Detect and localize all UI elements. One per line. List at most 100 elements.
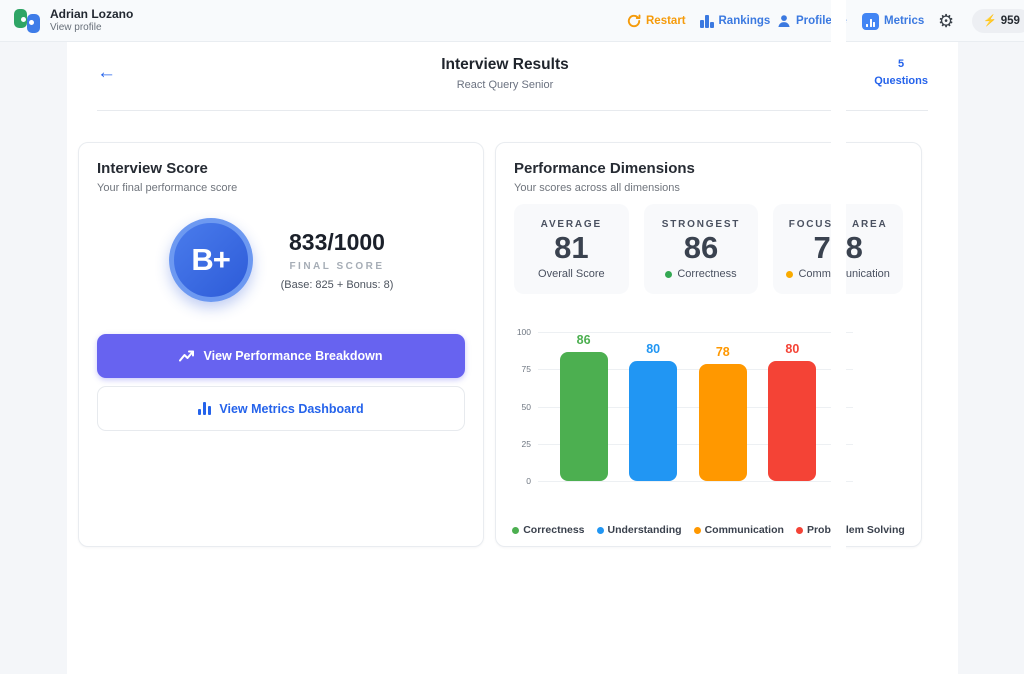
viewport-left-slice: Adrian Lozano View profile Restart [0,0,831,674]
score-card-subtitle: Your final performance score [97,182,465,194]
bar-value-label: 78 [699,345,747,359]
stat-label: FOCUS AREA [846,219,903,230]
legend-item-communication: Communication [694,524,784,536]
page-body: ← Interview Results React Query Senior 5… [0,42,831,674]
legend-item-problem-solving: Problem Solving [846,524,905,536]
chart-plot-area: 86 80 78 [846,332,853,482]
energy-count: 959 [1001,15,1020,27]
bar [560,352,608,481]
profile-icon [777,14,791,28]
render-seam-gap [831,0,846,674]
bar-correctness: 86 [560,332,608,481]
nav-rankings-label: Rankings [719,15,771,27]
chart-plot-area: 86 80 78 [538,332,831,482]
stat-label: AVERAGE [514,219,629,230]
settings-gear-button[interactable]: ⚙ [938,0,954,42]
score-breakdown-note: (Base: 825 + Bonus: 8) [281,279,394,291]
nav-metrics-label: Metrics [884,15,924,27]
score-card-title: Interview Score [97,160,465,177]
legend-item-problem-solving: Problem Solving [796,524,831,536]
topbar: Adrian Lozano View profile Restart [0,0,831,42]
view-performance-breakdown-label: View Performance Breakdown [203,349,382,363]
bar [629,361,677,481]
chart-legend: Correctness Understanding Communication [846,524,903,536]
lightning-bolt-icon: ⚡ [983,16,997,27]
stat-value: 86 [644,231,759,265]
app-screen: Adrian Lozano View profile Restart [0,0,1024,674]
back-arrow-button[interactable]: ← [97,63,116,82]
dimensions-card-title: Performance Dimensions [846,160,903,177]
page-subtitle: React Query Senior [441,79,569,91]
stat-sublabel: Communication [773,268,831,280]
stat-focus-area: FOCUS AREA 78 Communication [773,204,831,294]
user-brand-block[interactable]: Adrian Lozano View profile [14,7,133,34]
bar-problem-solving: 80 [768,332,816,481]
stat-label: FOCUS AREA [773,219,831,230]
nav-rankings-button[interactable]: Rankings [700,0,770,42]
view-performance-breakdown-button[interactable]: View Performance Breakdown [97,334,465,378]
stat-label: STRONGEST [644,219,759,230]
stat-average: AVERAGE 81 Overall Score [514,204,629,294]
interview-score-card: Interview Score Your final performance s… [78,142,484,547]
bar-value-label: 80 [629,342,677,356]
nav-profile-label: Profile [796,15,831,27]
bar-value-label: 86 [560,333,608,347]
dimensions-bar-chart: 100 75 50 25 0 [514,332,831,482]
nav-profile-label: Profile [846,15,847,27]
stat-value: 78 [846,231,903,265]
dimensions-card-title: Performance Dimensions [514,160,831,177]
results-header: ← Interview Results React Query Senior 5… [97,42,831,111]
rankings-icon [700,15,714,28]
questions-count: 5 [874,56,928,73]
metrics-icon [862,13,879,30]
legend-dot-icon [694,527,701,534]
content-sheet: ← Interview Results React Query Senior 5… [67,42,831,674]
bar-communication: 78 [699,332,747,481]
performance-dimensions-card: Performance Dimensions Your scores acros… [846,142,922,547]
app-logo-icon [14,8,40,34]
performance-dimensions-card: Performance Dimensions Your scores acros… [495,142,831,547]
nav-profile-button[interactable]: Profile [846,0,847,42]
stat-dot-icon [786,271,793,278]
view-profile-link[interactable]: View profile [50,21,133,34]
questions-count-badge: 5 Questions [874,56,928,89]
trending-up-icon [179,350,195,362]
legend-dot-icon [512,527,519,534]
user-name: Adrian Lozano [50,7,133,21]
page: Adrian Lozano View profile Restart [0,0,831,674]
stat-value: 78 [773,231,831,265]
gear-icon: ⚙ [938,12,954,30]
dimensions-card-subtitle: Your scores across all dimensions [846,182,903,194]
energy-counter-badge[interactable]: ⚡ 959 [972,9,1024,33]
nav-restart-button[interactable]: Restart [627,0,686,42]
bar-value-label: 80 [768,342,816,356]
legend-dot-icon [796,527,803,534]
view-metrics-dashboard-button[interactable]: View Metrics Dashboard [97,386,465,431]
page-title: Interview Results [441,56,569,74]
bar-understanding: 80 [629,332,677,481]
nav-profile-button[interactable]: Profile [777,0,831,42]
grade-badge: B+ [169,218,253,302]
nav-metrics-button[interactable]: Metrics [862,0,924,42]
view-metrics-dashboard-label: View Metrics Dashboard [219,402,363,416]
final-score-label: FINAL SCORE [281,261,394,272]
stat-focus-area: FOCUS AREA 78 Communication [846,204,903,294]
results-header: ← Interview Results React Query Senior 5… [846,42,928,111]
page-right-slice: Adrian Lozano View profile Restart [846,0,1024,674]
chart-y-axis: 100 75 50 25 0 [514,332,538,482]
questions-label: Questions [874,73,928,90]
stat-sublabel: Correctness [644,268,759,280]
dimensions-bar-chart: 100 75 50 25 0 [846,332,903,482]
page-body: ← Interview Results React Query Senior 5… [846,42,1024,674]
nav-restart-label: Restart [646,15,686,27]
legend-item-correctness: Correctness [512,524,584,536]
stat-dot-icon [665,271,672,278]
legend-dot-icon [597,527,604,534]
viewport-right-slice: Adrian Lozano View profile Restart [846,0,1024,674]
final-score-value: 833/1000 [281,229,394,256]
bar-chart-icon [198,402,211,415]
chart-legend: Correctness Understanding Communication [514,524,831,536]
bar [768,361,816,481]
final-score-section: B+ 833/1000 FINAL SCORE (Base: 825 + Bon… [97,218,465,302]
restart-icon [627,14,641,28]
